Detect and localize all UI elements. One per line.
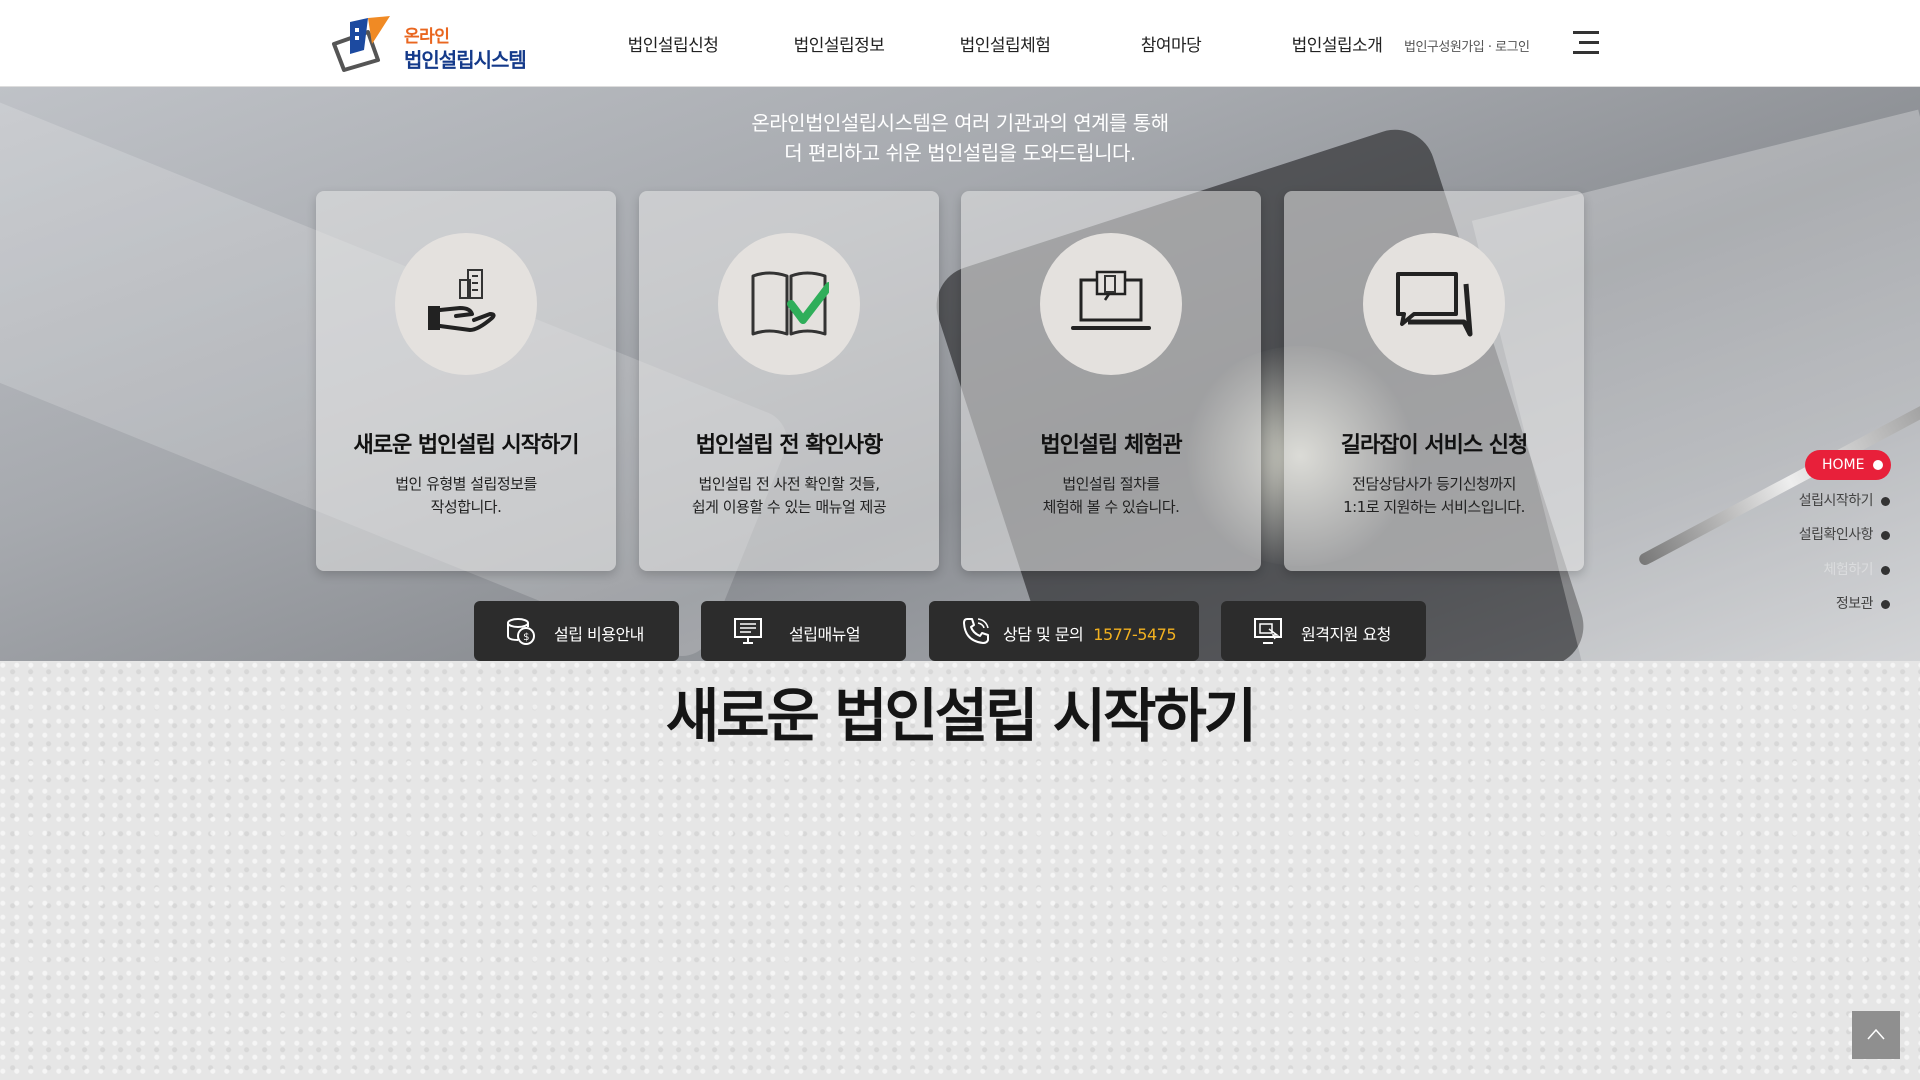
card-desc-line: 법인설립 전 사전 확인할 것들, [698, 475, 880, 493]
chat-bubbles-icon [1396, 272, 1473, 337]
remote-support-label: 원격지원 요청 [1301, 625, 1391, 644]
card-desc-line: 전담상담사가 등기신청까지 [1352, 475, 1516, 493]
hamburger-menu-icon[interactable] [1573, 31, 1599, 55]
card-desc-line: 법인설립 절차를 [1062, 475, 1160, 493]
sidenav-item-check[interactable]: 설립확인사항 [1799, 524, 1890, 544]
consult-phone-number: 1577-5475 [1093, 625, 1176, 644]
phone-icon [963, 618, 989, 644]
site-logo[interactable]: 온라인 법인설립시스템 [328, 14, 528, 74]
sidenav-dot [1881, 496, 1890, 506]
side-quick-nav: HOME 설립시작하기 설립확인사항 체험하기 정보관 [1760, 450, 1920, 620]
consult-label: 상담 및 문의 1577-5475 [1003, 621, 1176, 645]
cost-guide-label: 설립 비용안내 [554, 625, 644, 644]
remote-monitor-icon [1254, 618, 1282, 644]
scroll-top-button[interactable] [1852, 1011, 1900, 1059]
card-desc-line: 체험해 볼 수 있습니다. [1042, 498, 1180, 516]
sidenav-item-start[interactable]: 설립시작하기 [1799, 490, 1890, 510]
sidenav-item-label: 설립시작하기 [1798, 493, 1874, 509]
nav-item-experience[interactable]: 법인설립체험 [922, 0, 1088, 86]
sidenav-item-experience[interactable]: 체험하기 [1823, 559, 1890, 579]
sidenav-item-label: 설립확인사항 [1798, 527, 1874, 543]
card-title: 법인설립 전 확인사항 [695, 433, 883, 458]
header: 온라인 법인설립시스템 법인설립신청 법인설립정보 법인설립체험 참여마당 법인… [0, 0, 1920, 87]
logo-mark-icon [332, 16, 390, 72]
remote-support-button[interactable]: 원격지원 요청 [1221, 601, 1426, 661]
card-title: 법인설립 체험관 [1040, 433, 1182, 458]
nav-item-apply[interactable]: 법인설립신청 [590, 0, 756, 86]
card-description: 전담상담사가 등기신청까지 1:1로 지원하는 서비스입니다. [1284, 473, 1584, 519]
sidenav-item-info[interactable]: 정보관 [1836, 593, 1890, 613]
sidenav-item-label: 정보관 [1835, 596, 1874, 612]
sidenav-home[interactable]: HOME [1805, 450, 1891, 480]
consult-text: 상담 및 문의 [1003, 625, 1084, 644]
card-icon-circle [1363, 233, 1505, 375]
card-description: 법인설립 전 사전 확인할 것들, 쉽게 이용할 수 있는 매뉴얼 제공 [639, 473, 939, 519]
chevron-up-icon [1867, 1028, 1885, 1040]
service-cards: 새로운 법인설립 시작하기 법인 유형별 설립정보를 작성합니다. 법인설립 전… [316, 191, 1586, 571]
hero-section: 온라인법인설립시스템은 여러 기관과의 연계를 통해 더 편리하고 쉬운 법인설… [0, 86, 1920, 661]
hand-building-icon [428, 269, 496, 332]
hero-intro: 온라인법인설립시스템은 여러 기관과의 연계를 통해 더 편리하고 쉬운 법인설… [0, 108, 1920, 168]
card-icon-circle [718, 233, 860, 375]
card-guide-service[interactable]: 길라잡이 서비스 신청 전담상담사가 등기신청까지 1:1로 지원하는 서비스입… [1284, 191, 1584, 571]
coins-icon: $ [507, 618, 535, 645]
book-check-icon [751, 271, 829, 336]
card-start-incorporation[interactable]: 새로운 법인설립 시작하기 법인 유형별 설립정보를 작성합니다. [316, 191, 616, 571]
hero-intro-line2: 더 편리하고 쉬운 법인설립을 도와드립니다. [784, 141, 1136, 165]
card-desc-line: 쉽게 이용할 수 있는 매뉴얼 제공 [691, 498, 887, 516]
card-title: 길라잡이 서비스 신청 [1340, 433, 1528, 458]
manual-button[interactable]: 설립매뉴얼 [701, 601, 906, 661]
card-desc-line: 작성합니다. [430, 498, 502, 516]
monitor-icon [734, 618, 762, 644]
card-desc-line: 1:1로 지원하는 서비스입니다. [1343, 498, 1525, 516]
card-icon-circle [395, 233, 537, 375]
card-pre-check[interactable]: 법인설립 전 확인사항 법인설립 전 사전 확인할 것들, 쉽게 이용할 수 있… [639, 191, 939, 571]
nav-item-community[interactable]: 참여마당 [1088, 0, 1254, 86]
member-join-login-link[interactable]: 법인구성원가입 · 로그인 [1404, 36, 1530, 55]
logo-text-main: 법인설립시스템 [404, 48, 527, 72]
card-icon-circle [1040, 233, 1182, 375]
svg-text:$: $ [523, 632, 529, 643]
nav-item-info[interactable]: 법인설립정보 [756, 0, 922, 86]
consult-inquiry-button[interactable]: 상담 및 문의 1577-5475 [929, 601, 1199, 661]
main-nav: 법인설립신청 법인설립정보 법인설립체험 참여마당 법인설립소개 [590, 0, 1420, 86]
sidenav-dot [1881, 565, 1890, 575]
card-description: 법인설립 절차를 체험해 볼 수 있습니다. [961, 473, 1261, 519]
content-section: 새로운 법인설립 시작하기 [0, 661, 1920, 1080]
card-description: 법인 유형별 설립정보를 작성합니다. [316, 473, 616, 519]
card-experience-hall[interactable]: 법인설립 체험관 법인설립 절차를 체험해 볼 수 있습니다. [961, 191, 1261, 571]
section-title: 새로운 법인설립 시작하기 [665, 682, 1257, 750]
sidenav-dot [1881, 599, 1890, 609]
sidenav-active-dot [1873, 460, 1883, 470]
hero-intro-line1: 온라인법인설립시스템은 여러 기관과의 연계를 통해 [751, 111, 1169, 135]
nav-item-about[interactable]: 법인설립소개 [1254, 0, 1420, 86]
sidenav-dot [1881, 530, 1890, 540]
cost-guide-button[interactable]: $ 설립 비용안내 [474, 601, 679, 661]
card-desc-line: 법인 유형별 설립정보를 [395, 475, 537, 493]
sidenav-home-label: HOME [1822, 457, 1865, 473]
sidenav-item-label: 체험하기 [1823, 562, 1873, 578]
card-title: 새로운 법인설립 시작하기 [353, 433, 580, 458]
laptop-building-icon [1071, 270, 1151, 330]
manual-label: 설립매뉴얼 [789, 625, 861, 644]
